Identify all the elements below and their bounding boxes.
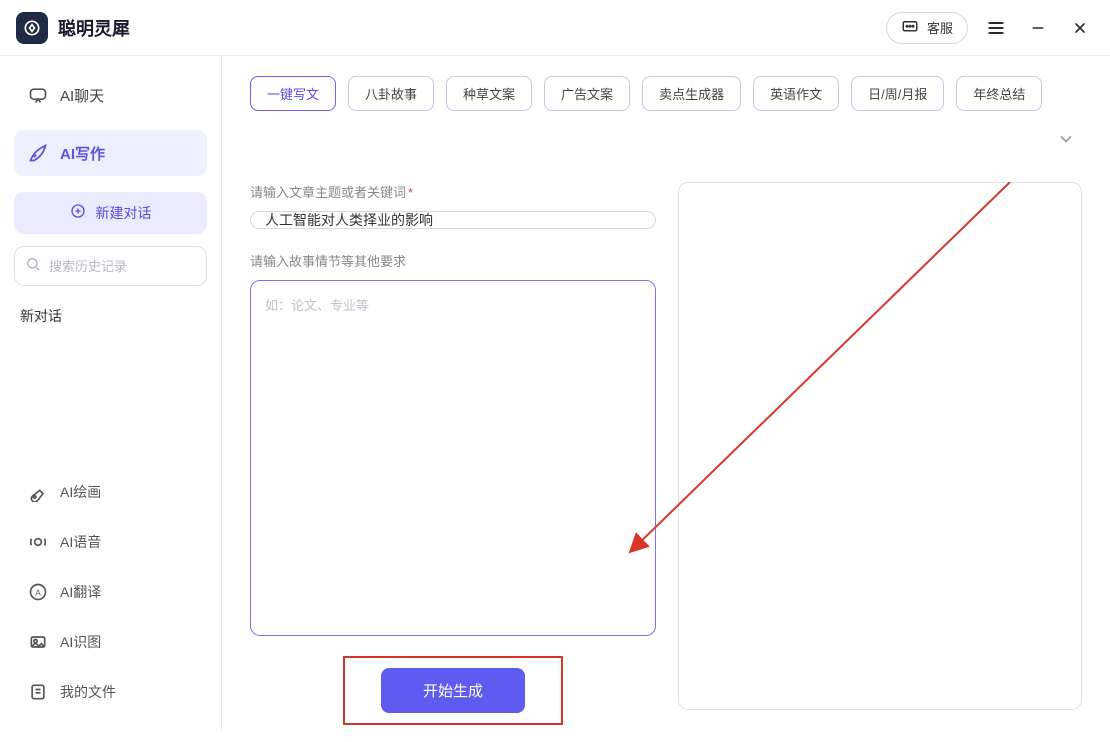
generate-wrap: 开始生成: [250, 656, 656, 725]
history-search-input[interactable]: [49, 259, 225, 274]
minimize-button[interactable]: [1024, 14, 1052, 42]
app-logo: [16, 12, 48, 44]
sidebar-item-chat[interactable]: AI聊天: [14, 72, 207, 118]
menu-button[interactable]: [982, 14, 1010, 42]
generate-highlight-box: 开始生成: [343, 656, 563, 725]
chat-icon: [28, 85, 48, 105]
quill-icon: [28, 143, 48, 163]
new-chat-label: 新建对话: [96, 203, 152, 223]
sidebar-item-label: AI识图: [60, 632, 101, 652]
topic-input[interactable]: [250, 211, 656, 229]
image-recog-icon: [28, 632, 48, 652]
files-icon: [28, 682, 48, 702]
sidebar-item-voice[interactable]: AI语音: [14, 520, 207, 564]
category-tabs: 一键写文 八卦故事 种草文案 广告文案 卖点生成器 英语作文 日/周/月报 年终…: [250, 76, 1082, 160]
sidebar-spacer: [14, 346, 207, 458]
sidebar-item-label: AI绘画: [60, 482, 101, 502]
sidebar-item-image[interactable]: AI识图: [14, 620, 207, 664]
title-bar: 聪明灵犀 客服: [0, 0, 1110, 56]
plus-icon: [70, 203, 90, 223]
new-chat-button[interactable]: 新建对话: [14, 192, 207, 234]
sidebar-item-write[interactable]: AI写作: [14, 130, 207, 176]
paint-icon: [28, 482, 48, 502]
sidebar-item-paint[interactable]: AI绘画: [14, 470, 207, 514]
tabs-expand-button[interactable]: [1050, 123, 1082, 160]
sidebar-item-label: AI聊天: [60, 85, 104, 106]
titlebar-left: 聪明灵犀: [16, 12, 130, 44]
tab-report[interactable]: 日/周/月报: [851, 76, 944, 111]
svg-text:A: A: [35, 587, 41, 597]
content-row: 请输入文章主题或者关键词* 请输入故事情节等其他要求 开始生成: [250, 182, 1082, 710]
support-label: 客服: [927, 18, 953, 37]
voice-icon: [28, 532, 48, 552]
sidebar-item-label: AI写作: [60, 143, 105, 164]
support-button[interactable]: 客服: [886, 12, 968, 44]
tab-english[interactable]: 英语作文: [753, 76, 839, 111]
app-title: 聪明灵犀: [58, 15, 130, 41]
tab-ad[interactable]: 广告文案: [544, 76, 630, 111]
titlebar-right: 客服: [886, 12, 1094, 44]
chevron-down-icon: [1056, 129, 1076, 149]
tab-gossip[interactable]: 八卦故事: [348, 76, 434, 111]
output-panel: [678, 182, 1082, 710]
sidebar-item-label: 我的文件: [60, 682, 116, 702]
sidebar-item-translate[interactable]: A AI翻译: [14, 570, 207, 614]
form-column: 请输入文章主题或者关键词* 请输入故事情节等其他要求 开始生成: [250, 182, 656, 710]
close-button[interactable]: [1066, 14, 1094, 42]
main-panel: 一键写文 八卦故事 种草文案 广告文案 卖点生成器 英语作文 日/周/月报 年终…: [222, 56, 1110, 730]
history-item[interactable]: 新对话: [14, 298, 207, 334]
sidebar-item-label: AI语音: [60, 532, 101, 552]
sidebar-bottom: AI绘画 AI语音 A AI翻译 AI识图 我的文件: [14, 470, 207, 714]
sidebar: AI聊天 AI写作 新建对话 新对话 AI绘画: [0, 56, 222, 730]
tab-selling[interactable]: 卖点生成器: [642, 76, 741, 111]
tab-onekey[interactable]: 一键写文: [250, 76, 336, 111]
extra-textarea[interactable]: [250, 280, 656, 636]
search-icon: [25, 256, 41, 276]
chat-bubble-icon: [901, 18, 921, 38]
translate-icon: A: [28, 582, 48, 602]
sidebar-item-label: AI翻译: [60, 582, 101, 602]
tab-summary[interactable]: 年终总结: [956, 76, 1042, 111]
generate-button[interactable]: 开始生成: [381, 668, 525, 713]
history-search[interactable]: [14, 246, 207, 286]
tab-seeding[interactable]: 种草文案: [446, 76, 532, 111]
sidebar-item-files[interactable]: 我的文件: [14, 670, 207, 714]
extra-label: 请输入故事情节等其他要求: [250, 251, 656, 270]
topic-label: 请输入文章主题或者关键词*: [250, 182, 656, 201]
app-body: AI聊天 AI写作 新建对话 新对话 AI绘画: [0, 56, 1110, 730]
